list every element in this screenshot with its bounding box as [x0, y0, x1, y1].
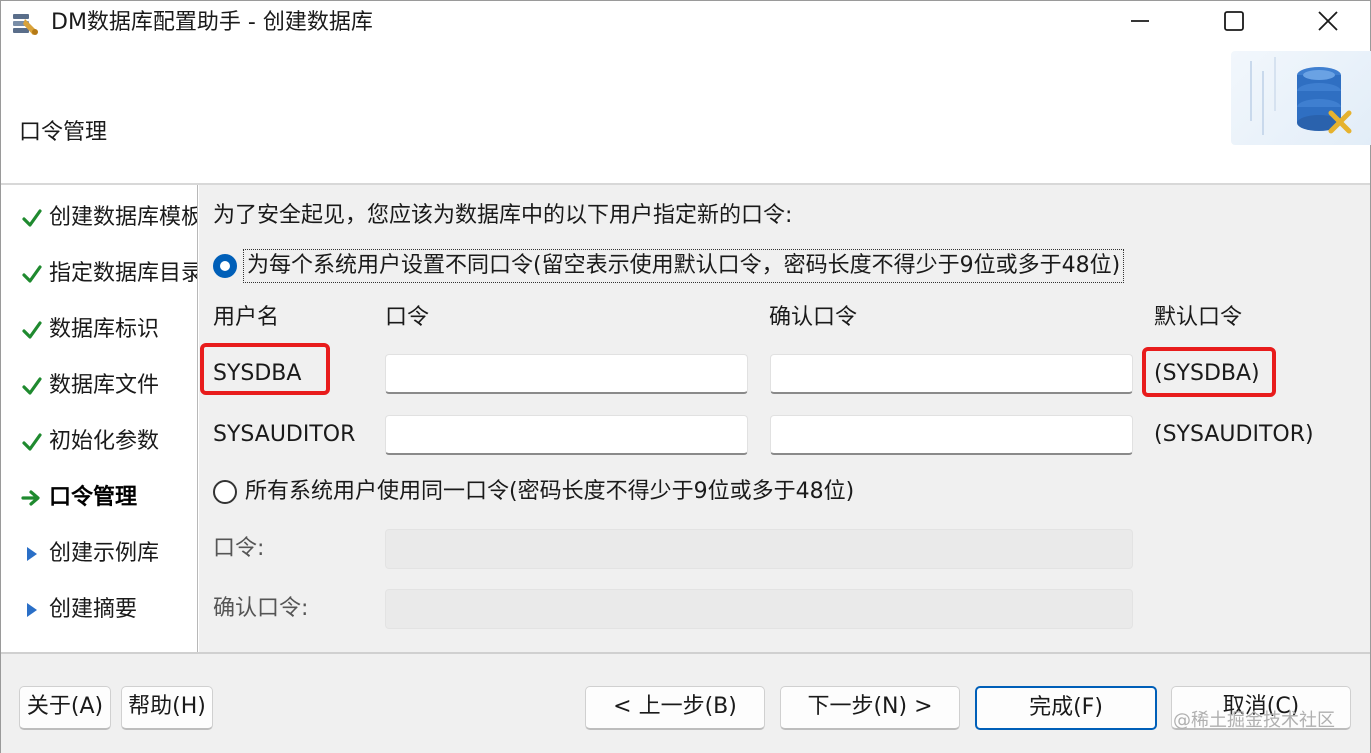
- option-same-password[interactable]: 所有系统用户使用同一口令(密码长度不得少于9位或多于48位): [213, 477, 854, 507]
- step-label: 创建示例库: [49, 541, 160, 566]
- username-sysauditor: SYSAUDITOR: [213, 422, 356, 447]
- confirm-input[interactable]: [771, 355, 1132, 392]
- button-bar: 关于(A) 帮助(H) < 上一步(B) 下一步(N) > 完成(F) 取消(C…: [1, 654, 1370, 753]
- maximize-button[interactable]: [1187, 1, 1281, 45]
- password-input-sysauditor[interactable]: [385, 415, 748, 455]
- password-management-panel: 为了安全起见，您应该为数据库中的以下用户指定新的口令: 为每个系统用户设置不同口…: [199, 185, 1370, 652]
- same-password-field[interactable]: [386, 530, 1132, 568]
- triangle-right-icon: [19, 541, 45, 567]
- column-default: 默认口令: [1154, 305, 1243, 330]
- column-username: 用户名: [213, 305, 280, 330]
- option-same-label: 所有系统用户使用同一口令(密码长度不得少于9位或多于48位): [245, 479, 855, 504]
- arrow-right-icon: [19, 485, 45, 511]
- column-confirm: 确认口令: [769, 305, 858, 330]
- confirm-input-sysauditor[interactable]: [770, 415, 1133, 455]
- intro-text: 为了安全起见，您应该为数据库中的以下用户指定新的口令:: [213, 203, 793, 228]
- triangle-right-icon: [19, 597, 45, 623]
- annotation-highlight: [200, 343, 330, 395]
- option-separate-passwords[interactable]: 为每个系统用户设置不同口令(留空表示使用默认口令，密码长度不得少于9位或多于48…: [213, 249, 1125, 283]
- step-item: 指定数据库目录: [19, 257, 198, 291]
- dm-config-window: DM数据库配置助手 - 创建数据库 口令管理 创建数据库模板 指定数据库目录 数…: [0, 0, 1371, 753]
- step-label: 创建数据库模板: [49, 205, 198, 230]
- step-label: 创建摘要: [49, 597, 138, 622]
- next-button[interactable]: 下一步(N) >: [780, 686, 960, 730]
- password-input-sysdba[interactable]: [385, 354, 748, 394]
- page-header: 口令管理: [1, 45, 1371, 183]
- about-button[interactable]: 关于(A): [19, 686, 111, 730]
- minimize-icon: [1129, 10, 1151, 36]
- same-confirm-label: 确认口令:: [213, 596, 309, 621]
- window-title: DM数据库配置助手 - 创建数据库: [51, 10, 373, 35]
- previous-button[interactable]: < 上一步(B): [585, 686, 765, 730]
- step-label: 数据库标识: [49, 317, 160, 342]
- step-label: 指定数据库目录: [49, 261, 198, 286]
- checkmark-icon: [19, 205, 45, 231]
- checkmark-icon: [19, 317, 45, 343]
- step-item: 数据库文件: [19, 369, 159, 403]
- default-password-sysauditor: (SYSAUDITOR): [1154, 422, 1314, 447]
- step-label: 初始化参数: [49, 429, 160, 454]
- password-input[interactable]: [386, 355, 747, 392]
- step-item: 数据库标识: [19, 313, 159, 347]
- radio-selected[interactable]: [213, 254, 237, 278]
- checkmark-icon: [19, 373, 45, 399]
- minimize-button[interactable]: [1093, 1, 1187, 45]
- step-item: 创建示例库: [19, 537, 159, 571]
- same-password-input[interactable]: [385, 529, 1133, 569]
- confirm-input[interactable]: [771, 416, 1132, 453]
- same-confirm-input[interactable]: [385, 589, 1133, 629]
- step-item-current: 口令管理: [19, 481, 137, 515]
- annotation-highlight: [1142, 347, 1276, 397]
- close-icon: [1317, 10, 1339, 36]
- checkmark-icon: [19, 261, 45, 287]
- close-button[interactable]: [1281, 1, 1371, 45]
- finish-button[interactable]: 完成(F): [975, 686, 1157, 730]
- password-input[interactable]: [386, 416, 747, 453]
- confirm-input-sysdba[interactable]: [770, 354, 1133, 394]
- option-separate-label: 为每个系统用户设置不同口令(留空表示使用默认口令，密码长度不得少于9位或多于48…: [242, 249, 1125, 283]
- radio-unselected[interactable]: [213, 480, 237, 504]
- page-title: 口令管理: [19, 120, 108, 145]
- database-server-icon: [1231, 51, 1371, 145]
- checkmark-icon: [19, 429, 45, 455]
- step-label: 口令管理: [49, 485, 138, 510]
- database-config-icon: [11, 11, 41, 37]
- same-confirm-field[interactable]: [386, 590, 1132, 628]
- step-item: 创建摘要: [19, 593, 137, 627]
- same-password-label: 口令:: [213, 536, 265, 561]
- wizard-steps: 创建数据库模板 指定数据库目录 数据库标识 数据库文件 初始化参数 口令管理 创…: [1, 185, 198, 652]
- step-item: 创建数据库模板: [19, 201, 198, 235]
- step-label: 数据库文件: [49, 373, 160, 398]
- maximize-icon: [1223, 10, 1245, 36]
- column-password: 口令: [385, 305, 430, 330]
- help-button[interactable]: 帮助(H): [121, 686, 213, 730]
- title-bar: DM数据库配置助手 - 创建数据库: [1, 1, 1370, 45]
- watermark-text: @稀土掘金技术社区: [1173, 710, 1335, 731]
- step-item: 初始化参数: [19, 425, 159, 459]
